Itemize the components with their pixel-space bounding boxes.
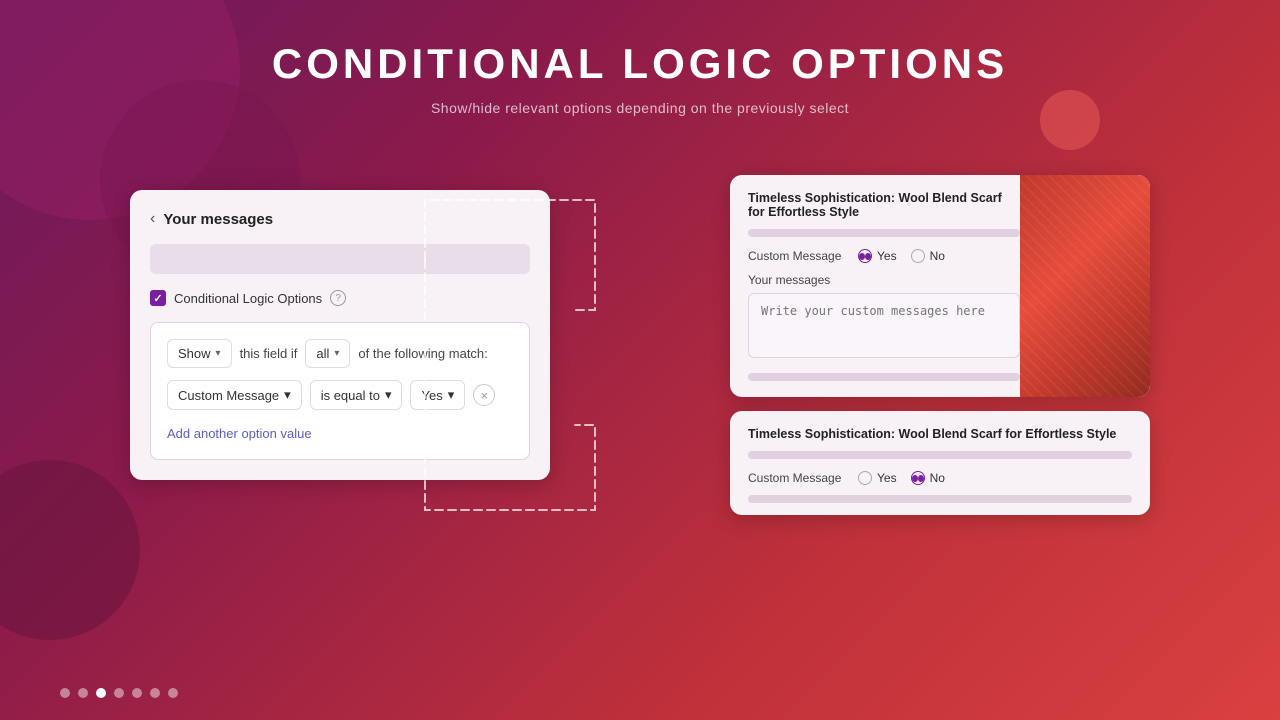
bottom-no-option[interactable]: No bbox=[911, 471, 945, 485]
card-title: Your messages bbox=[163, 211, 273, 228]
top-yes-option[interactable]: Yes bbox=[858, 249, 897, 263]
top-bottom-bar bbox=[748, 373, 1020, 381]
chevron-down-icon-4: ▾ bbox=[385, 387, 392, 403]
bottom-yes-option[interactable]: Yes bbox=[858, 471, 897, 485]
top-custom-message-row: Custom Message Yes No bbox=[748, 249, 1020, 263]
card-header: ‹ Your messages bbox=[150, 210, 530, 228]
bottom-no-radio[interactable] bbox=[911, 471, 925, 485]
back-arrow-icon[interactable]: ‹ bbox=[150, 210, 155, 228]
checkbox-row: Conditional Logic Options ? bbox=[150, 290, 530, 306]
content-area: ‹ Your messages Conditional Logic Option… bbox=[0, 170, 1280, 660]
checkbox-label: Conditional Logic Options bbox=[174, 291, 322, 306]
close-icon: × bbox=[480, 388, 488, 403]
chevron-down-icon-3: ▾ bbox=[284, 387, 291, 403]
top-no-radio[interactable] bbox=[911, 249, 925, 263]
add-option-link[interactable]: Add another option value bbox=[167, 426, 312, 441]
remove-condition-button[interactable]: × bbox=[473, 384, 495, 406]
bottom-custom-message-label: Custom Message bbox=[748, 471, 848, 485]
dot-7[interactable] bbox=[168, 688, 178, 698]
dot-3-active[interactable] bbox=[96, 688, 106, 698]
bottom-product-input-bar[interactable] bbox=[748, 451, 1132, 459]
scarf-image bbox=[1020, 175, 1150, 397]
logic-row-2: Custom Message ▾ is equal to ▾ Yes ▾ × bbox=[167, 380, 513, 410]
radio-dot-2 bbox=[912, 475, 918, 482]
top-messages-section: Your messages bbox=[748, 273, 1020, 363]
right-panel: Timeless Sophistication: Wool Blend Scar… bbox=[730, 175, 1150, 515]
bottom-yes-radio[interactable] bbox=[858, 471, 872, 485]
dot-2[interactable] bbox=[78, 688, 88, 698]
chevron-down-icon-5: ▾ bbox=[448, 387, 455, 403]
messages-card: ‹ Your messages Conditional Logic Option… bbox=[130, 190, 550, 480]
scarf-texture bbox=[1020, 175, 1150, 397]
dot-4[interactable] bbox=[114, 688, 124, 698]
bottom-bottom-bar bbox=[748, 495, 1132, 503]
top-yes-radio[interactable] bbox=[858, 249, 872, 263]
top-product-title: Timeless Sophistication: Wool Blend Scar… bbox=[748, 191, 1020, 219]
condition-operator-dropdown[interactable]: is equal to ▾ bbox=[310, 380, 403, 410]
logic-row-1: Show ▾ this field if all ▾ of the follow… bbox=[167, 339, 513, 368]
all-dropdown[interactable]: all ▾ bbox=[305, 339, 350, 368]
top-custom-message-label: Custom Message bbox=[748, 249, 848, 263]
top-product-card: Timeless Sophistication: Wool Blend Scar… bbox=[730, 175, 1150, 397]
left-panel: ‹ Your messages Conditional Logic Option… bbox=[130, 190, 550, 480]
page-subtitle: Show/hide relevant options depending on … bbox=[0, 100, 1280, 116]
chevron-down-icon: ▾ bbox=[216, 348, 221, 359]
dot-6[interactable] bbox=[150, 688, 160, 698]
conditional-logic-checkbox[interactable] bbox=[150, 290, 166, 306]
bottom-custom-message-row: Custom Message Yes No bbox=[748, 471, 1132, 485]
page-title: CONDITIONAL LOGIC OPTIONS bbox=[0, 40, 1280, 88]
top-your-messages-label: Your messages bbox=[748, 273, 1020, 287]
dot-1[interactable] bbox=[60, 688, 70, 698]
dots-row bbox=[60, 688, 178, 698]
chevron-down-icon-2: ▾ bbox=[334, 348, 339, 359]
condition-field-dropdown[interactable]: Custom Message ▾ bbox=[167, 380, 302, 410]
help-icon[interactable]: ? bbox=[330, 290, 346, 306]
messages-textarea[interactable] bbox=[748, 293, 1020, 358]
top-no-option[interactable]: No bbox=[911, 249, 945, 263]
logic-box: Show ▾ this field if all ▾ of the follow… bbox=[150, 322, 530, 460]
header: CONDITIONAL LOGIC OPTIONS Show/hide rele… bbox=[0, 0, 1280, 116]
input-bar[interactable] bbox=[150, 244, 530, 274]
condition-value-dropdown[interactable]: Yes ▾ bbox=[410, 380, 465, 410]
bottom-radio-group: Yes No bbox=[858, 471, 945, 485]
bottom-product-card: Timeless Sophistication: Wool Blend Scar… bbox=[730, 411, 1150, 515]
this-field-label: this field if bbox=[240, 346, 298, 361]
top-product-input-bar[interactable] bbox=[748, 229, 1020, 237]
following-match-label: of the following match: bbox=[358, 346, 487, 361]
dot-5[interactable] bbox=[132, 688, 142, 698]
bottom-product-title: Timeless Sophistication: Wool Blend Scar… bbox=[748, 427, 1132, 441]
show-dropdown[interactable]: Show ▾ bbox=[167, 339, 232, 368]
top-radio-group: Yes No bbox=[858, 249, 945, 263]
radio-dot bbox=[859, 253, 865, 260]
